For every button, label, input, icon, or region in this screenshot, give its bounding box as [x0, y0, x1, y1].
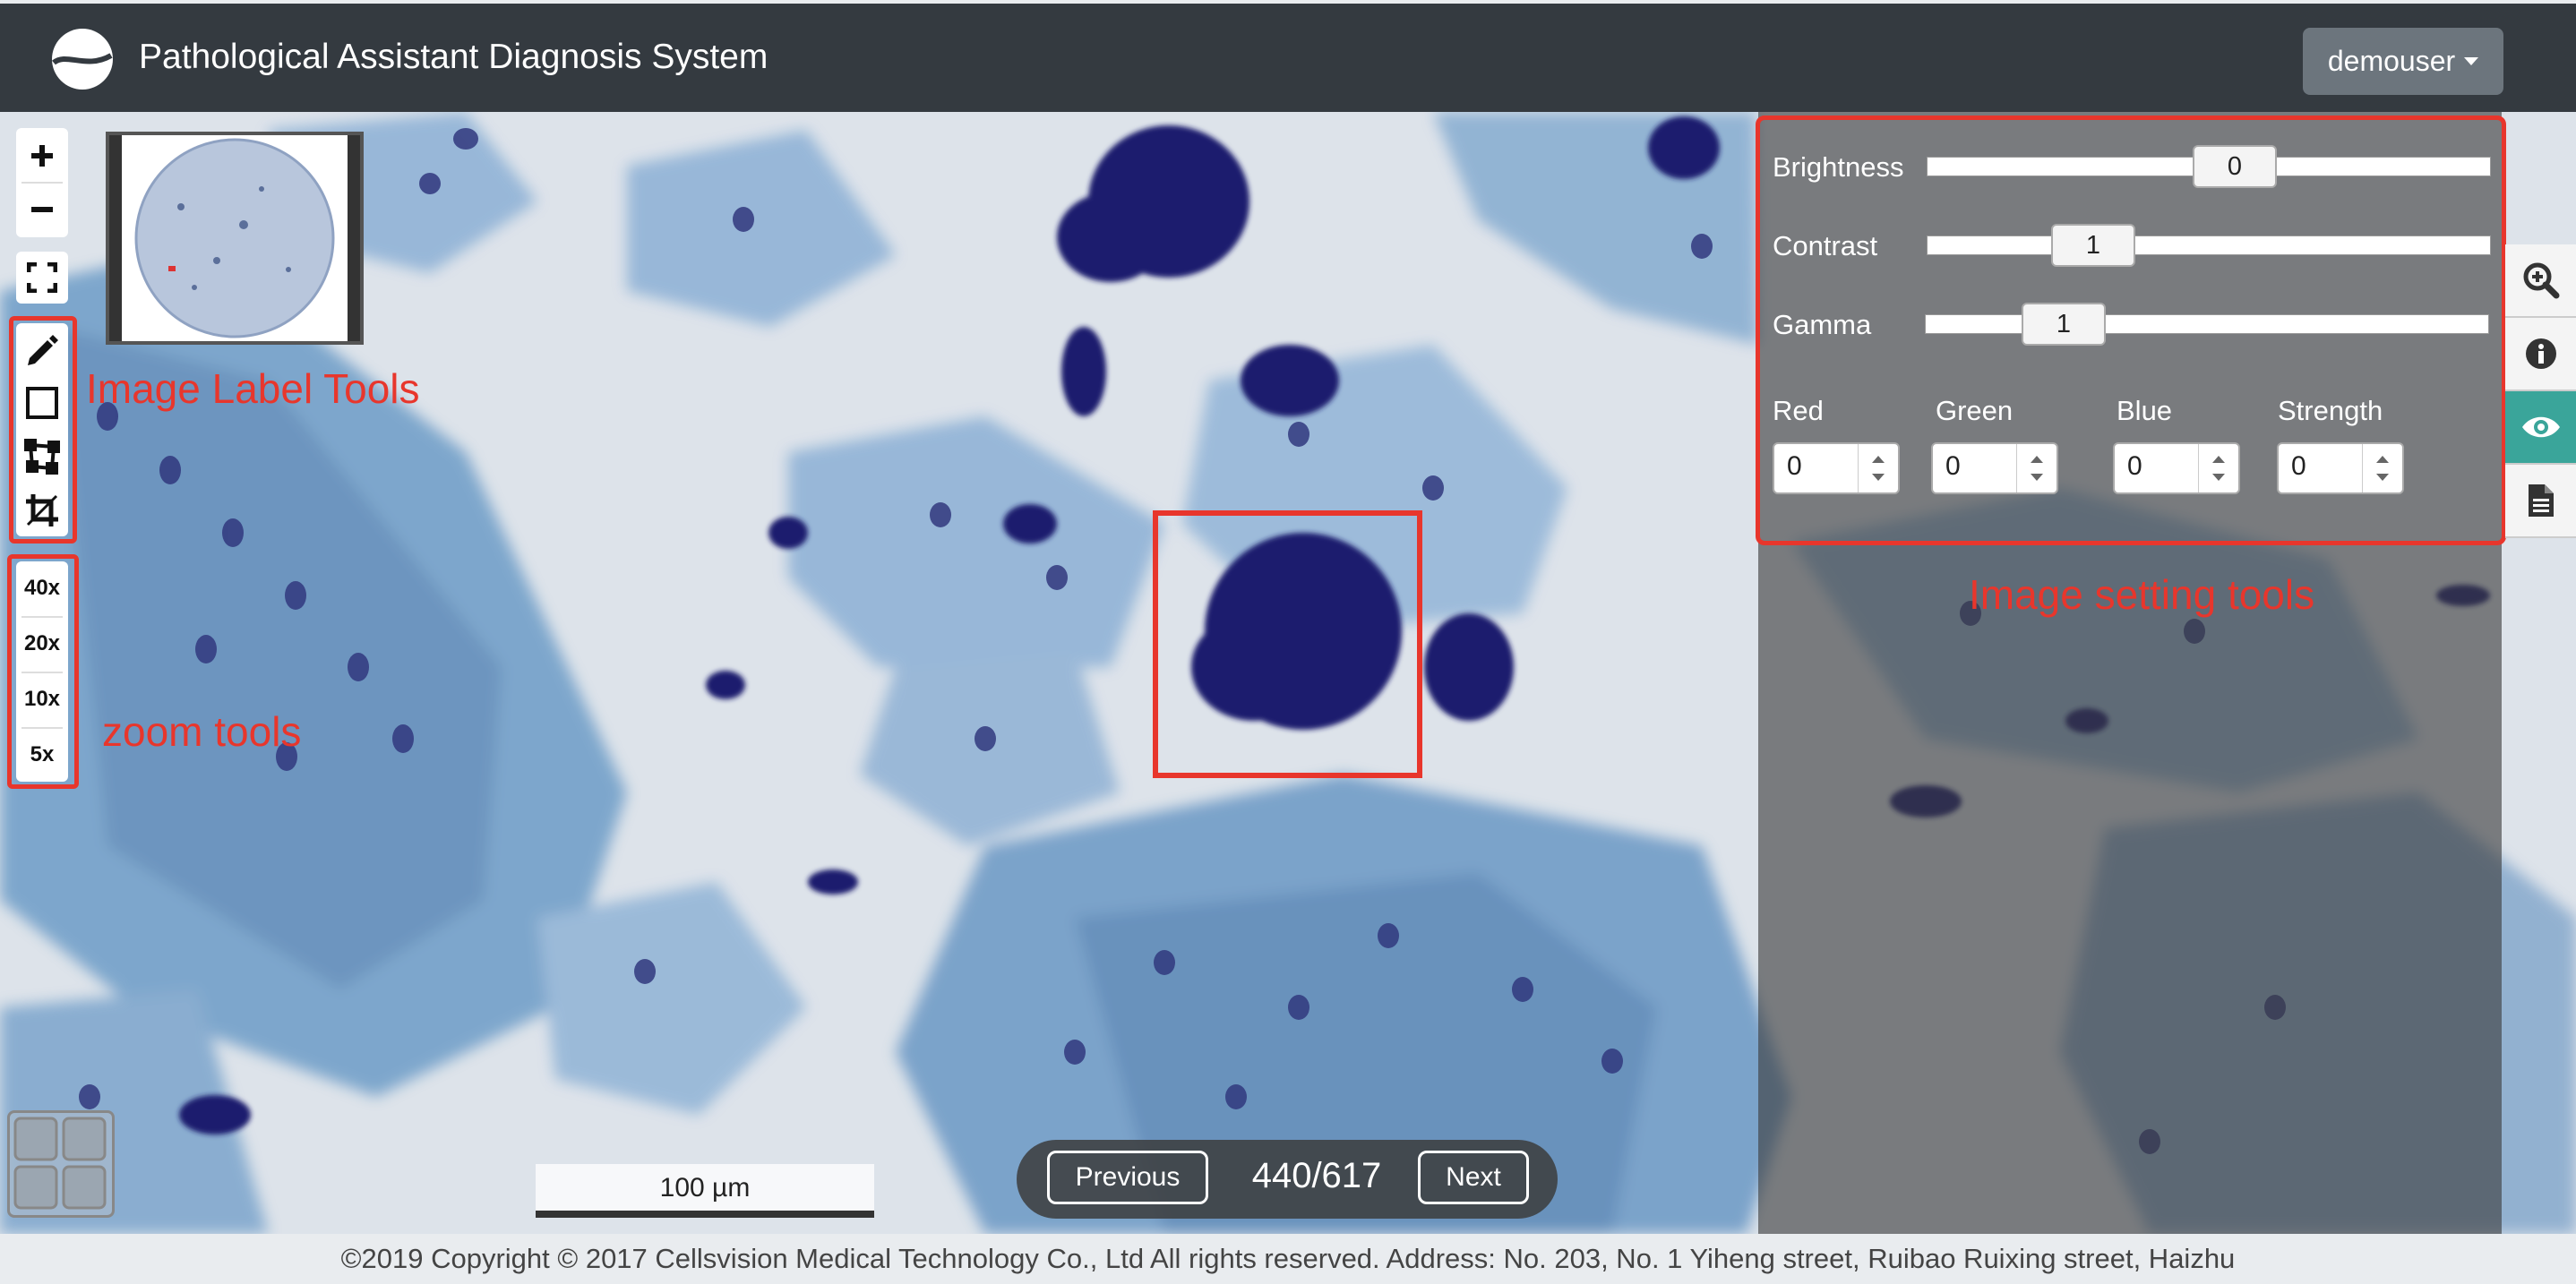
view-settings-tab[interactable]	[2505, 391, 2576, 465]
scale-bar: 100 µm	[536, 1164, 874, 1218]
chevron-down-icon	[1872, 474, 1885, 481]
slide-viewer[interactable]: Image Label Tools 40x 20x 10x 5x zoom to…	[0, 112, 2576, 1234]
image-settings-panel: Brightness 0 Contrast 1 Gamma 1 Red Gree…	[1756, 116, 2506, 545]
brightness-label: Brightness	[1773, 151, 1904, 183]
scale-bar-label: 100 µm	[659, 1173, 751, 1203]
chevron-down-icon	[2464, 57, 2479, 65]
red-stepper[interactable]	[1858, 444, 1898, 492]
next-button[interactable]: Next	[1418, 1151, 1529, 1204]
green-input[interactable]: 0	[1931, 442, 2058, 494]
fullscreen-control	[16, 252, 68, 304]
red-value: 0	[1787, 451, 1802, 481]
grid-icon	[13, 1117, 107, 1210]
gamma-slider[interactable]	[1925, 314, 2489, 334]
green-value: 0	[1945, 451, 1961, 481]
info-icon	[2525, 338, 2556, 369]
strength-value: 0	[2291, 451, 2306, 481]
minus-icon	[31, 207, 53, 212]
user-menu-label: demouser	[2327, 45, 2456, 77]
page-indicator: 440/617	[1251, 1156, 1382, 1195]
magnify-tab[interactable]	[2505, 244, 2576, 318]
strength-stepper[interactable]	[2362, 444, 2402, 492]
blue-label: Blue	[2117, 395, 2173, 426]
chevron-down-icon	[2031, 474, 2043, 481]
zoom-tools-highlight	[7, 554, 79, 789]
report-tab[interactable]	[2505, 465, 2576, 538]
zoom-in-button[interactable]	[16, 130, 68, 182]
chevron-down-icon	[2212, 474, 2225, 481]
gamma-label: Gamma	[1773, 309, 1872, 340]
contrast-slider-handle[interactable]: 1	[2051, 224, 2135, 267]
label-tools-annotation: Image Label Tools	[86, 365, 420, 412]
label-tools-highlight	[9, 316, 77, 544]
app-title: Pathological Assistant Diagnosis System	[139, 38, 769, 76]
chevron-up-icon	[2212, 456, 2225, 463]
red-label: Red	[1773, 395, 1824, 426]
fullscreen-button[interactable]	[16, 252, 68, 304]
green-label: Green	[1936, 395, 2014, 426]
eye-icon	[2521, 416, 2560, 438]
document-icon	[2528, 484, 2554, 517]
brightness-slider-handle[interactable]: 0	[2193, 145, 2277, 188]
blue-stepper[interactable]	[2198, 444, 2238, 492]
user-menu-button[interactable]: demouser	[2303, 28, 2503, 95]
magnify-plus-icon	[2523, 262, 2559, 299]
contrast-label: Contrast	[1773, 230, 1878, 261]
blue-value: 0	[2127, 451, 2142, 481]
chevron-down-icon	[2376, 474, 2389, 481]
contrast-slider[interactable]	[1927, 235, 2491, 255]
strength-input[interactable]: 0	[2277, 442, 2404, 494]
zoom-tools-annotation: zoom tools	[102, 708, 302, 755]
blue-input[interactable]: 0	[2113, 442, 2240, 494]
green-stepper[interactable]	[2016, 444, 2057, 492]
top-navbar: Pathological Assistant Diagnosis System …	[0, 0, 2576, 112]
footer-copyright: ©2019 Copyright © 2017 Cellsvision Medic…	[0, 1234, 2576, 1284]
setting-tools-annotation: Image setting tools	[1969, 571, 2315, 618]
red-input[interactable]: 0	[1773, 442, 1900, 494]
app-logo	[52, 29, 113, 90]
zoom-controls	[16, 128, 68, 237]
gamma-slider-handle[interactable]: 1	[2022, 303, 2106, 346]
grid-layout-button[interactable]	[7, 1110, 115, 1218]
chevron-up-icon	[2376, 456, 2389, 463]
previous-button[interactable]: Previous	[1047, 1151, 1208, 1204]
chevron-up-icon	[2031, 456, 2043, 463]
strength-label: Strength	[2278, 395, 2383, 426]
slide-minimap[interactable]	[106, 132, 364, 345]
zoom-out-button[interactable]	[16, 184, 68, 235]
fullscreen-icon	[27, 262, 57, 293]
info-tab[interactable]	[2505, 318, 2576, 391]
chevron-up-icon	[1872, 456, 1885, 463]
plus-icon	[31, 145, 53, 167]
slide-pager: Previous 440/617 Next	[1017, 1140, 1558, 1219]
minimap-thumbnail	[109, 135, 360, 341]
